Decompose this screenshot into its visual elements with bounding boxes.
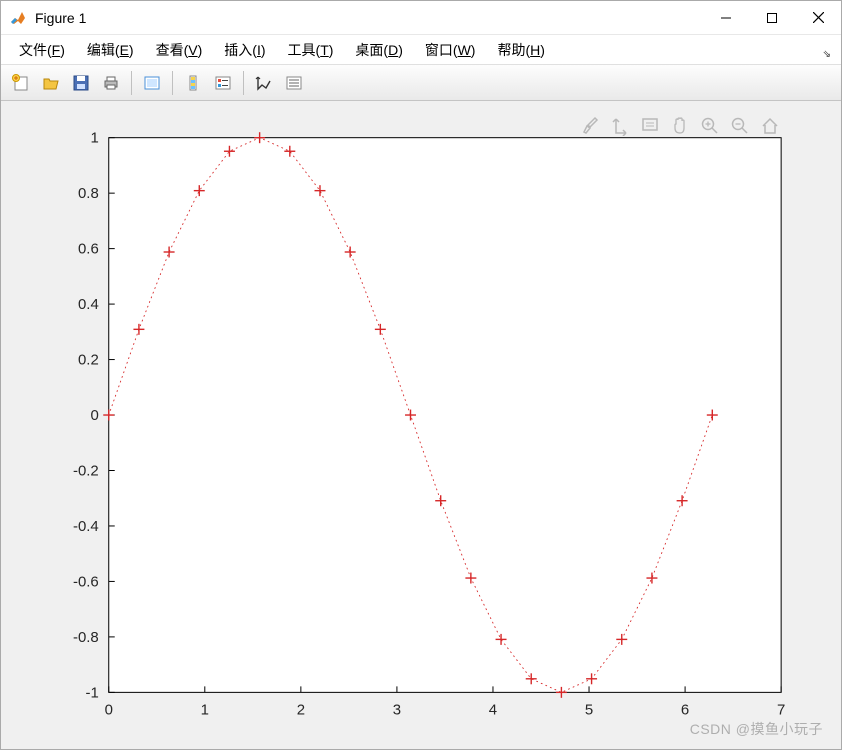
svg-text:1: 1 [201, 701, 209, 718]
svg-text:-1: -1 [85, 684, 98, 701]
menu-insert[interactable]: 插入(I) [214, 36, 275, 64]
maximize-button[interactable] [749, 1, 795, 35]
menu-tools[interactable]: 工具(T) [278, 36, 344, 64]
svg-text:0.8: 0.8 [78, 185, 99, 202]
open-button[interactable] [37, 69, 65, 97]
menu-window[interactable]: 窗口(W) [415, 36, 486, 64]
matlab-icon [9, 9, 27, 27]
plot-area: 0 1 2 3 4 5 6 7 -1 -0.8 -0.6 -0.4 -0.2 0 0.2 0.4 0.6 0.8 1… [1, 101, 841, 749]
menu-edit[interactable]: 编辑(E) [77, 36, 144, 64]
brush-icon[interactable] [577, 113, 603, 139]
pan-icon[interactable] [667, 113, 693, 139]
figure-window: Figure 1 文件(F) 编辑(E) 查看(V) 插入(I) 工具(T) 桌… [0, 0, 842, 750]
close-button[interactable] [795, 1, 841, 35]
svg-text:7: 7 [777, 701, 785, 718]
new-figure-button[interactable] [7, 69, 35, 97]
svg-text:1: 1 [90, 130, 98, 147]
zoom-in-icon[interactable] [697, 113, 723, 139]
svg-text:3: 3 [393, 701, 401, 718]
menu-desktop[interactable]: 桌面(D) [345, 36, 412, 64]
menu-file[interactable]: 文件(F) [9, 36, 75, 64]
svg-text:-0.6: -0.6 [73, 573, 99, 590]
menubar-overflow-icon[interactable]: ⇘ [823, 49, 831, 60]
menu-view[interactable]: 查看(V) [146, 36, 213, 64]
svg-text:0: 0 [90, 407, 98, 424]
svg-text:6: 6 [681, 701, 689, 718]
zoom-out-icon[interactable] [727, 113, 753, 139]
rotate-icon[interactable] [607, 113, 633, 139]
menu-help[interactable]: 帮助(H) [487, 36, 554, 64]
insert-legend-button[interactable] [209, 69, 237, 97]
svg-text:4: 4 [489, 701, 497, 718]
svg-text:0: 0 [105, 701, 113, 718]
svg-text:-0.2: -0.2 [73, 462, 99, 479]
svg-text:2: 2 [297, 701, 305, 718]
svg-text:5: 5 [585, 701, 593, 718]
edit-plot-button[interactable] [250, 69, 278, 97]
axes-toolbar [577, 113, 783, 139]
datatips-icon[interactable] [637, 113, 663, 139]
svg-text:-0.8: -0.8 [73, 629, 99, 646]
print-button[interactable] [97, 69, 125, 97]
svg-text:0.4: 0.4 [78, 296, 99, 313]
home-icon[interactable] [757, 113, 783, 139]
insert-colorbar-button[interactable] [179, 69, 207, 97]
svg-text:-0.4: -0.4 [73, 518, 99, 535]
toolbar [1, 65, 841, 101]
link-button[interactable] [138, 69, 166, 97]
axes[interactable]: 0 1 2 3 4 5 6 7 -1 -0.8 -0.6 -0.4 -0.2 0 0.2 0.4 0.6 0.8 1 [1, 101, 841, 749]
svg-text:0.6: 0.6 [78, 241, 99, 258]
window-title: Figure 1 [35, 10, 86, 26]
toolbar-separator [131, 71, 132, 95]
data-cursor-button[interactable] [280, 69, 308, 97]
titlebar: Figure 1 [1, 1, 841, 35]
svg-text:0.2: 0.2 [78, 352, 99, 369]
menubar: 文件(F) 编辑(E) 查看(V) 插入(I) 工具(T) 桌面(D) 窗口(W… [1, 35, 841, 65]
minimize-button[interactable] [703, 1, 749, 35]
toolbar-separator [243, 71, 244, 95]
toolbar-separator [172, 71, 173, 95]
save-button[interactable] [67, 69, 95, 97]
